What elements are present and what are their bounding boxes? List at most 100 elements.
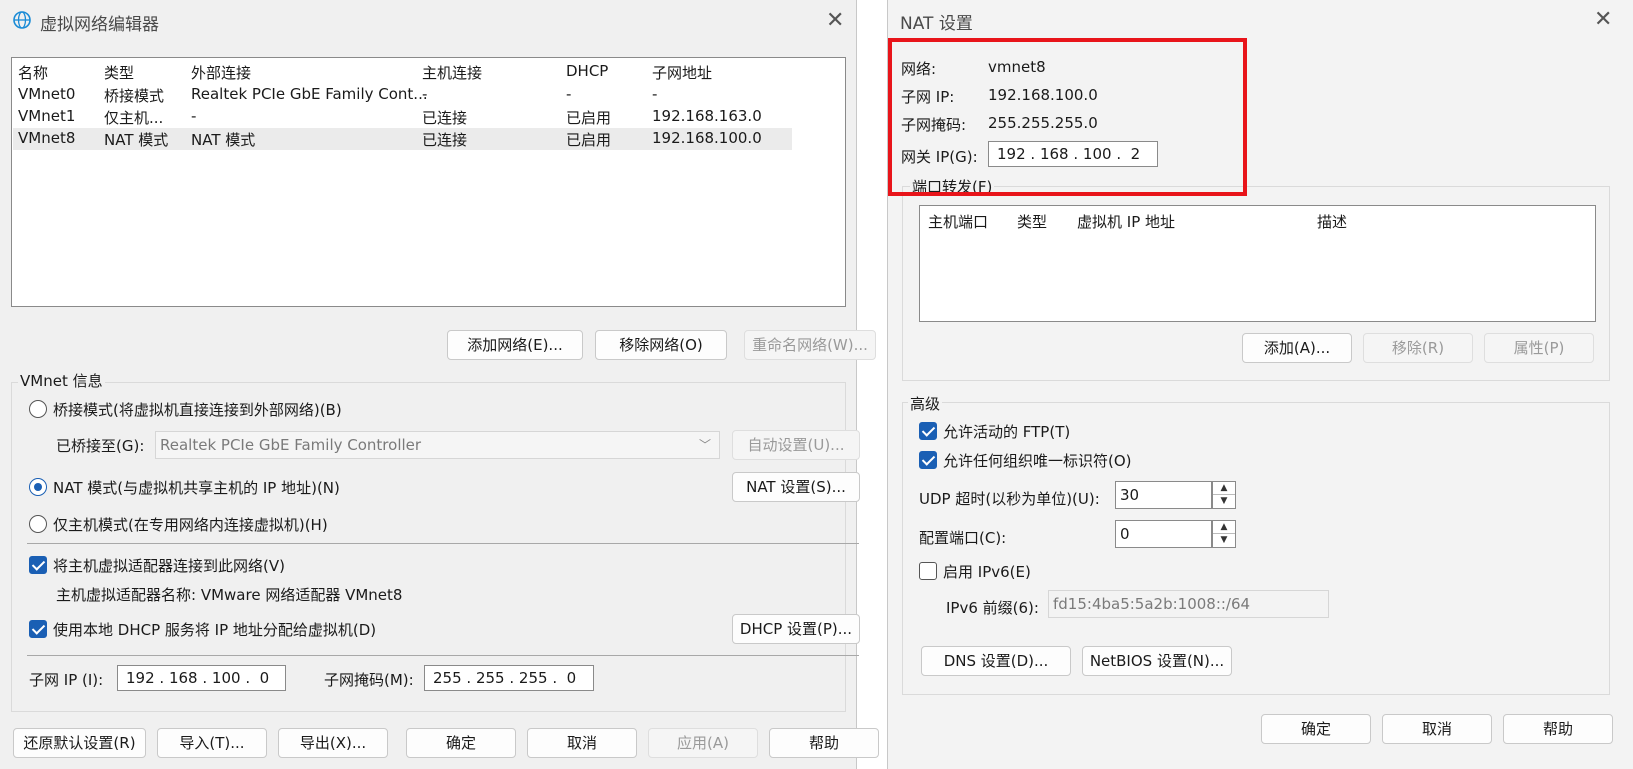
bridged-mode-label[interactable]: 桥接模式(将虚拟机直接连接到外部网络)(B): [53, 399, 342, 420]
column-header-type[interactable]: 类型: [1017, 211, 1047, 232]
config-port-label: 配置端口(C):: [919, 529, 1007, 547]
nat-help-button[interactable]: 帮助: [1503, 714, 1613, 744]
bridged-to-label: 已桥接至(G):: [56, 437, 145, 455]
remove-network-button[interactable]: 移除网络(O): [595, 330, 727, 360]
subnet-ip-label: 子网 IP (I):: [29, 671, 104, 689]
divider: [27, 655, 859, 656]
host-only-mode-label[interactable]: 仅主机模式(在专用网络内连接虚拟机)(H): [53, 514, 328, 535]
ok-button[interactable]: 确定: [406, 728, 516, 758]
connect-host-adapter-checkbox[interactable]: [29, 556, 47, 574]
import-button[interactable]: 导入(T)...: [157, 728, 267, 758]
arrow-up-icon[interactable]: ▲: [1213, 521, 1235, 534]
globe-network-icon: [12, 10, 32, 34]
arrow-down-icon[interactable]: ▼: [1213, 495, 1235, 508]
ip-octet: 192: [126, 669, 155, 687]
nat-settings-button[interactable]: NAT 设置(S)...: [732, 472, 860, 502]
nat-mode-radio[interactable]: [29, 478, 47, 496]
ip-octet: 0: [259, 669, 270, 687]
cell-external: -: [191, 107, 197, 125]
cell-name: VMnet8: [18, 129, 76, 147]
enable-ipv6-checkbox[interactable]: [919, 562, 937, 580]
bridged-mode-radio[interactable]: [29, 400, 47, 418]
enable-ipv6-label[interactable]: 启用 IPv6(E): [943, 561, 1031, 582]
cell-subnet: 192.168.163.0: [652, 107, 762, 125]
allow-ftp-checkbox[interactable]: [919, 422, 937, 440]
remove-port-button[interactable]: 移除(R): [1363, 333, 1473, 363]
ip-octet: 255: [433, 669, 462, 687]
column-header-host[interactable]: 主机连接: [422, 62, 482, 83]
ip-octet: 0: [566, 669, 577, 687]
cell-external: Realtek PCIe GbE Family Cont...: [191, 85, 428, 103]
add-network-button[interactable]: 添加网络(E)...: [447, 330, 583, 360]
config-port-stepper[interactable]: ▲ ▼: [1212, 520, 1236, 548]
netbios-settings-button[interactable]: NetBIOS 设置(N)...: [1082, 646, 1232, 676]
cell-host: 已连接: [422, 131, 468, 149]
auto-settings-button[interactable]: 自动设置(U)...: [732, 430, 860, 460]
window-title: 虚拟网络编辑器: [40, 15, 159, 35]
nat-cancel-button[interactable]: 取消: [1382, 714, 1492, 744]
host-only-mode-radio[interactable]: [29, 515, 47, 533]
allow-oui-checkbox[interactable]: [919, 451, 937, 469]
cell-external: NAT 模式: [191, 131, 256, 149]
close-icon[interactable]: ✕: [826, 10, 844, 32]
column-header-host-port[interactable]: 主机端口: [928, 211, 988, 232]
subnet-ip-input[interactable]: 192 . 168 . 100 . 0: [117, 665, 286, 691]
port-properties-button[interactable]: 属性(P): [1484, 333, 1594, 363]
nat-ok-button[interactable]: 确定: [1261, 714, 1371, 744]
close-icon[interactable]: ✕: [1594, 9, 1612, 31]
add-port-button[interactable]: 添加(A)...: [1242, 333, 1352, 363]
restore-defaults-button[interactable]: 还原默认设置(R): [13, 728, 146, 758]
apply-button[interactable]: 应用(A): [648, 728, 758, 758]
arrow-down-icon[interactable]: ▼: [1213, 534, 1235, 547]
rename-network-button[interactable]: 重命名网络(W)...: [744, 330, 876, 360]
cell-name: VMnet1: [18, 107, 76, 125]
column-header-type[interactable]: 类型: [104, 62, 134, 83]
allow-oui-label[interactable]: 允许任何组织唯一标识符(O): [943, 450, 1132, 471]
divider: [27, 543, 859, 544]
cell-dhcp: 已启用: [566, 131, 612, 149]
ip-octet: 255: [518, 669, 548, 687]
ip-octet: 100: [211, 669, 241, 687]
port-forwarding-list[interactable]: 主机端口 类型 虚拟机 IP 地址 描述: [919, 205, 1596, 322]
column-header-description[interactable]: 描述: [1317, 211, 1347, 232]
bridged-to-select[interactable]: Realtek PCIe GbE Family Controller ﹀: [155, 431, 720, 459]
udp-timeout-stepper[interactable]: ▲ ▼: [1212, 481, 1236, 509]
config-port-input[interactable]: 0: [1115, 520, 1212, 548]
column-header-dhcp[interactable]: DHCP: [566, 62, 608, 80]
cancel-button[interactable]: 取消: [527, 728, 637, 758]
udp-timeout-input[interactable]: 30: [1115, 481, 1212, 509]
export-button[interactable]: 导出(X)...: [278, 728, 388, 758]
host-adapter-name: 主机虚拟适配器名称: VMware 网络适配器 VMnet8: [56, 586, 403, 604]
cell-type: NAT 模式: [104, 131, 169, 149]
column-header-vm-ip[interactable]: 虚拟机 IP 地址: [1077, 211, 1175, 232]
cell-subnet: -: [652, 85, 658, 103]
column-header-name[interactable]: 名称: [18, 62, 48, 83]
window-title: NAT 设置: [900, 14, 973, 34]
cell-dhcp: 已启用: [566, 109, 612, 127]
help-button[interactable]: 帮助: [769, 728, 879, 758]
cell-type: 仅主机...: [104, 109, 164, 127]
bridged-to-value: Realtek PCIe GbE Family Controller: [160, 436, 422, 454]
cell-host: -: [422, 85, 428, 103]
subnet-mask-label: 子网掩码(M):: [324, 671, 414, 689]
network-list[interactable]: 名称 类型 外部连接 主机连接 DHCP 子网地址 VMnet0 桥接模式 Re…: [11, 57, 846, 307]
ipv6-prefix-input[interactable]: fd15:4ba5:5a2b:1008::/64: [1048, 590, 1329, 618]
nat-mode-label[interactable]: NAT 模式(与虚拟机共享主机的 IP 地址)(N): [53, 477, 340, 498]
subnet-mask-input[interactable]: 255 . 255 . 255 . 0: [424, 665, 594, 691]
use-dhcp-label[interactable]: 使用本地 DHCP 服务将 IP 地址分配给虚拟机(D): [53, 619, 376, 640]
vmnet-info-label: VMnet 信息: [18, 370, 105, 391]
ip-octet: 168: [168, 669, 198, 687]
column-header-external[interactable]: 外部连接: [191, 62, 251, 83]
connect-host-adapter-label[interactable]: 将主机虚拟适配器连接到此网络(V): [53, 555, 285, 576]
column-header-subnet[interactable]: 子网地址: [652, 62, 712, 83]
udp-timeout-label: UDP 超时(以秒为单位)(U):: [919, 490, 1100, 508]
arrow-up-icon[interactable]: ▲: [1213, 482, 1235, 495]
use-dhcp-checkbox[interactable]: [29, 620, 47, 638]
chevron-down-icon: ﹀: [698, 438, 711, 452]
ipv6-prefix-label: IPv6 前缀(6):: [946, 599, 1039, 617]
cell-dhcp: -: [566, 85, 572, 103]
ip-octet: 255: [475, 669, 505, 687]
dns-settings-button[interactable]: DNS 设置(D)...: [921, 646, 1071, 676]
dhcp-settings-button[interactable]: DHCP 设置(P)...: [732, 614, 860, 644]
allow-ftp-label[interactable]: 允许活动的 FTP(T): [943, 421, 1070, 442]
